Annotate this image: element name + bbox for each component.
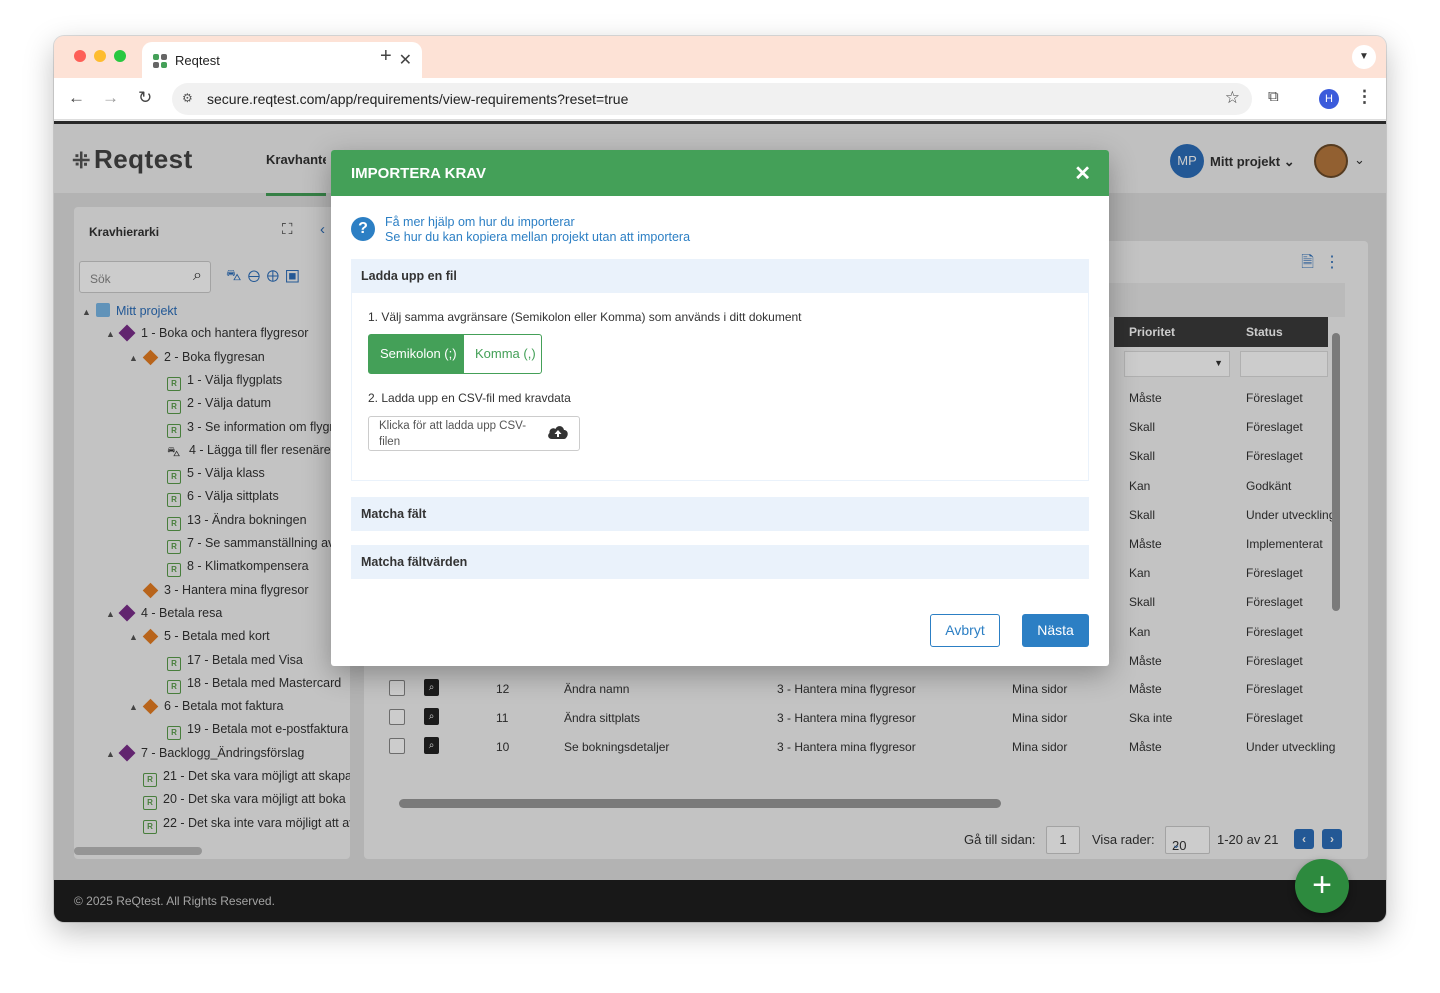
profile-avatar[interactable]: H	[1319, 89, 1339, 109]
cloud-upload-icon	[548, 426, 568, 439]
match-values-section: Matcha fältvärden	[351, 545, 1089, 579]
upload-section-header[interactable]: Ladda upp en fil	[351, 259, 1089, 293]
site-settings-icon[interactable]: ⚙	[182, 91, 193, 105]
upload-section-body: 1. Välj samma avgränsare (Semikolon elle…	[351, 293, 1089, 481]
match-values-header[interactable]: Matcha fältvärden	[351, 545, 1089, 579]
comma-button[interactable]: Komma (,)	[463, 334, 542, 374]
tab-close-icon[interactable]: ✕	[399, 50, 412, 70]
upload-csv-button[interactable]: Klicka för att ladda upp CSV-filen	[368, 416, 580, 451]
back-arrow-icon[interactable]: ←	[68, 88, 85, 108]
url-text: secure.reqtest.com/app/requirements/view…	[207, 91, 629, 107]
semicolon-button[interactable]: Semikolon (;)	[368, 334, 464, 374]
modal-header: IMPORTERA KRAV ✕	[331, 150, 1109, 196]
extensions-icon[interactable]: ⧉	[1268, 88, 1279, 105]
reload-icon[interactable]: ↻	[138, 88, 152, 108]
browser-tab-bar: Reqtest ✕ + ▼	[54, 36, 1386, 78]
tab-title: Reqtest	[175, 53, 220, 68]
tab-search-chevron-icon[interactable]: ▼	[1352, 45, 1376, 69]
match-values-title: Matcha fältvärden	[361, 555, 468, 569]
browser-menu-icon[interactable]: ⋮	[1356, 87, 1373, 107]
upload-file-section: Ladda upp en fil 1. Välj samma avgränsar…	[351, 259, 1089, 481]
modal-title: IMPORTERA KRAV	[351, 165, 486, 182]
copy-between-projects-link[interactable]: Se hur du kan kopiera mellan projekt uta…	[385, 230, 690, 244]
match-fields-header[interactable]: Matcha fält	[351, 497, 1089, 531]
import-requirements-modal: IMPORTERA KRAV ✕ ? Få mer hjälp om hur d…	[331, 150, 1109, 666]
upload-section-title: Ladda upp en fil	[361, 269, 457, 283]
close-icon[interactable]: ✕	[1074, 161, 1091, 186]
maximize-window-button[interactable]	[114, 50, 126, 62]
import-help-link[interactable]: Få mer hjälp om hur du importerar	[385, 215, 575, 229]
bookmark-star-icon[interactable]: ☆	[1225, 88, 1240, 108]
cancel-button[interactable]: Avbryt	[930, 614, 1000, 647]
new-tab-icon[interactable]: +	[380, 45, 392, 68]
step1-text: 1. Välj samma avgränsare (Semikolon elle…	[368, 310, 802, 324]
upload-csv-label: Klicka för att ladda upp CSV-filen	[379, 420, 527, 448]
minimize-window-button[interactable]	[94, 50, 106, 62]
add-requirement-button[interactable]: +	[1295, 859, 1349, 913]
step2-text: 2. Ladda upp en CSV-fil med kravdata	[368, 391, 571, 405]
next-button[interactable]: Nästa	[1022, 614, 1089, 647]
address-bar[interactable]: ⚙ secure.reqtest.com/app/requirements/vi…	[172, 83, 1252, 115]
close-window-button[interactable]	[74, 50, 86, 62]
match-fields-title: Matcha fält	[361, 507, 427, 521]
help-icon: ?	[351, 217, 375, 241]
forward-arrow-icon[interactable]: →	[102, 88, 119, 108]
match-fields-section: Matcha fält	[351, 497, 1089, 531]
browser-toolbar: ← → ↻ ⚙ secure.reqtest.com/app/requireme…	[54, 78, 1386, 120]
reqtest-favicon-icon	[153, 54, 167, 68]
